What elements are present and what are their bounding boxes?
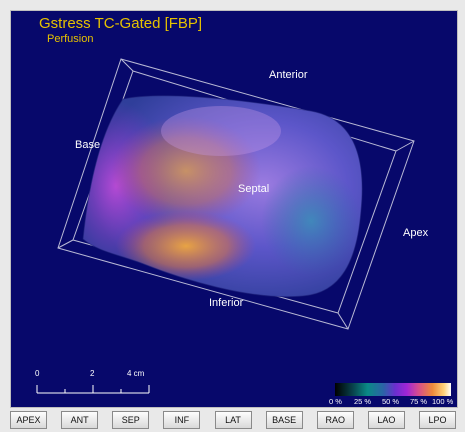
label-apex: Apex	[403, 227, 429, 239]
perfusion-viewer: Gstress TC-Gated [FBP] Perfusion Anterio…	[0, 0, 465, 432]
colorbar-tick-100: 100 %	[432, 397, 454, 406]
label-septal: Septal	[238, 183, 270, 195]
scale-label-0: 0	[35, 369, 40, 378]
label-inferior: Inferior	[209, 297, 244, 309]
ventricle-surface	[83, 95, 363, 297]
scale-bar: 0 2 4 cm	[33, 369, 153, 399]
colorbar-tick-0: 0 %	[329, 397, 342, 406]
view-lat-button[interactable]: LAT	[214, 411, 252, 429]
colorbar-gradient	[335, 383, 451, 396]
view-lao-button[interactable]: LAO	[367, 411, 405, 429]
view-lpo-button[interactable]: LPO	[419, 411, 456, 429]
3d-viewport[interactable]: Gstress TC-Gated [FBP] Perfusion Anterio…	[10, 10, 458, 408]
colorbar-tick-50: 50 %	[382, 397, 400, 406]
scale-label-2: 2	[90, 369, 95, 378]
scale-label-4cm: 4 cm	[127, 369, 145, 378]
label-base: Base	[75, 139, 101, 151]
view-ant-button[interactable]: ANT	[61, 411, 99, 429]
colorbar-legend: 0 % 25 % 50 % 75 % 100 %	[329, 383, 453, 407]
view-inf-button[interactable]: INF	[163, 411, 201, 429]
heart-render[interactable]	[11, 11, 457, 407]
view-rao-button[interactable]: RAO	[316, 411, 354, 429]
label-anterior: Anterior	[269, 69, 308, 81]
colorbar-tick-75: 75 %	[410, 397, 428, 406]
view-base-button[interactable]: BASE	[265, 411, 303, 429]
view-apex-button[interactable]: APEX	[10, 411, 47, 429]
view-toolbar: APEX ANT SEP INF LAT BASE RAO LAO LPO	[10, 410, 456, 430]
scale-ruler	[36, 385, 150, 394]
view-sep-button[interactable]: SEP	[112, 411, 150, 429]
colorbar-tick-25: 25 %	[354, 397, 372, 406]
